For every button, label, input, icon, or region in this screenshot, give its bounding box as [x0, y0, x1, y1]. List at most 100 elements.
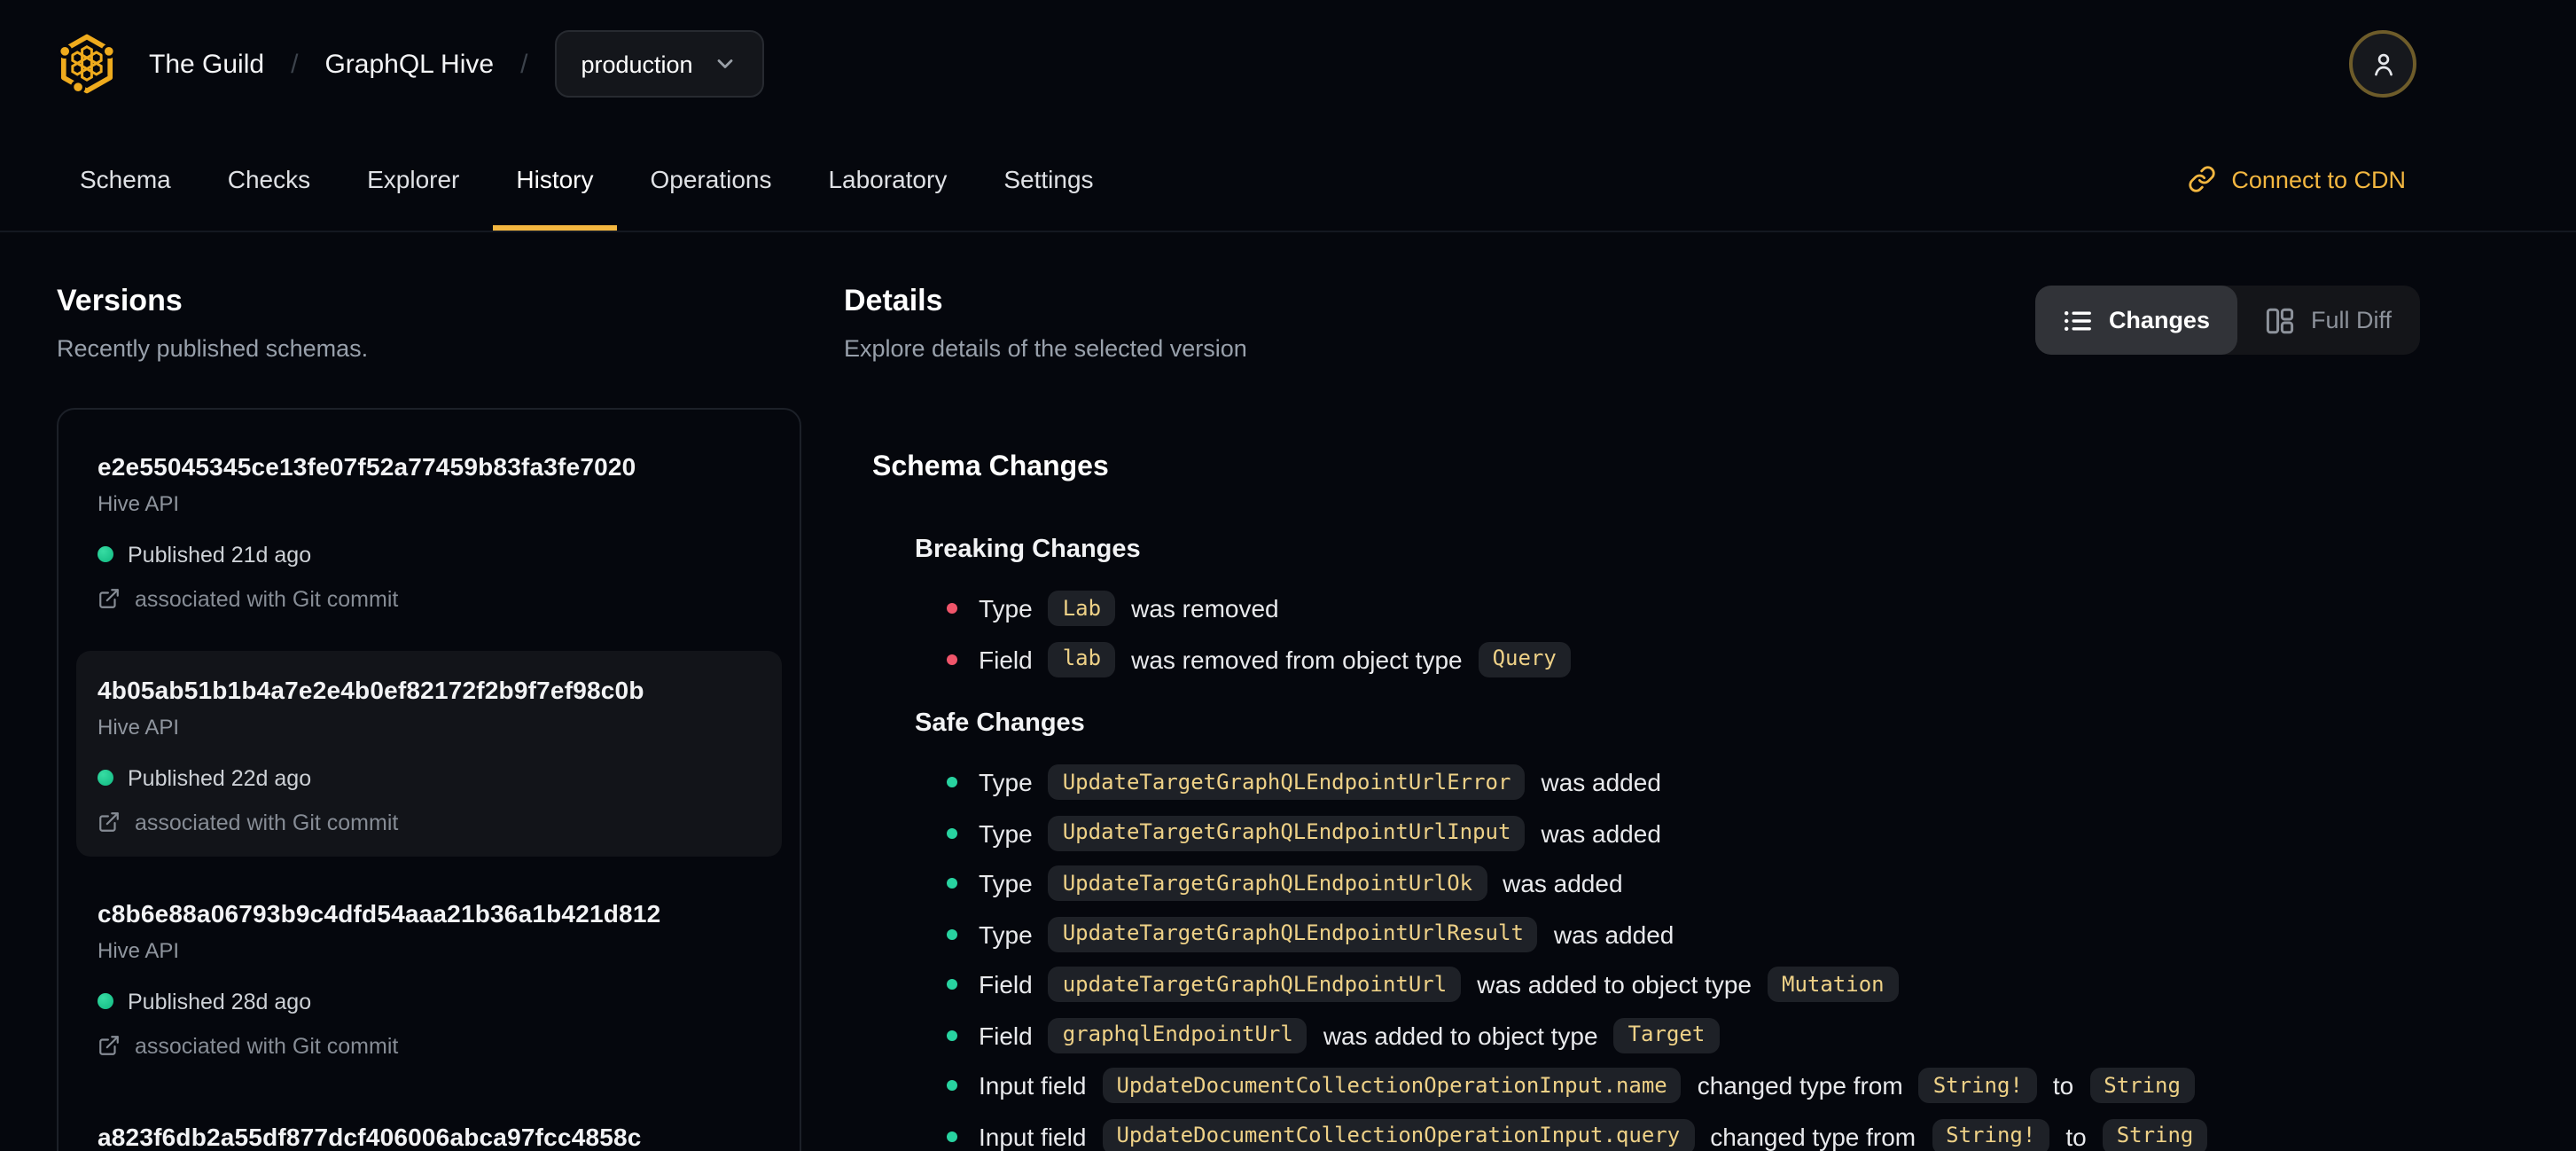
code-badge: UpdateTargetGraphQLEndpointUrlError	[1048, 764, 1526, 801]
code-badge: Query	[1478, 641, 1571, 677]
nav-tab-laboratory[interactable]: Laboratory	[805, 128, 970, 231]
version-published-row: Published 28d ago	[98, 989, 761, 1014]
split-columns-icon	[2267, 306, 2295, 334]
version-service-name: Hive API	[98, 490, 180, 516]
view-toggle-group: Changes Full Diff	[2035, 286, 2420, 355]
schema-changes-title: Schema Changes	[872, 451, 1109, 482]
full-diff-view-button[interactable]: Full Diff	[2238, 286, 2420, 355]
published-status-dot	[98, 770, 113, 787]
hive-logo-icon[interactable]	[57, 32, 117, 96]
bullet-dot	[947, 827, 957, 839]
change-row: Field updateTargetGraphQLEndpointUrl was a…	[947, 966, 2420, 1004]
version-git-row[interactable]: associated with Git commit	[98, 810, 761, 834]
nav-tab-history[interactable]: History	[493, 128, 617, 231]
nav-tab-operations[interactable]: Operations	[628, 128, 795, 231]
changes-view-button[interactable]: Changes	[2035, 286, 2238, 355]
change-text: was added to object type	[1477, 970, 1752, 999]
change-text: Field	[979, 645, 1033, 674]
change-text: was added	[1541, 768, 1661, 797]
safe-changes-list: Type UpdateTargetGraphQLEndpointUrlError w…	[872, 763, 2420, 1151]
breadcrumb-project[interactable]: GraphQL Hive	[324, 49, 494, 79]
published-status-dot	[98, 993, 113, 1010]
code-badge: UpdateTargetGraphQLEndpointUrlResult	[1048, 916, 1538, 952]
change-row: Input field UpdateDocumentCollectionOpera…	[947, 1067, 2420, 1105]
published-status-dot	[98, 546, 113, 563]
nav-tab-explorer[interactable]: Explorer	[344, 128, 482, 231]
breadcrumb-org[interactable]: The Guild	[149, 49, 264, 79]
code-badge: Target	[1613, 1017, 1720, 1053]
nav-tabbar: Schema Checks Explorer History Operations Lab…	[0, 128, 2576, 232]
user-avatar-button[interactable]	[2349, 30, 2416, 98]
link-icon	[2187, 165, 2215, 193]
version-git-label: associated with Git commit	[135, 810, 399, 835]
safe-changes-heading: Safe Changes	[915, 709, 1085, 738]
change-text: to	[2052, 1071, 2074, 1100]
change-text: was added to object type	[1323, 1021, 1598, 1050]
version-git-label: associated with Git commit	[135, 1033, 399, 1059]
person-icon	[2366, 47, 2400, 81]
change-text: to	[2065, 1122, 2087, 1151]
change-text: was removed	[1131, 594, 1279, 623]
code-badge: graphqlEndpointUrl	[1048, 1017, 1308, 1053]
details-title: Details	[844, 284, 943, 317]
breaking-changes-list: Type Lab was removed Field lab was removed fr…	[872, 590, 2420, 678]
connect-to-cdn-button[interactable]: Connect to CDN	[2187, 128, 2406, 231]
bullet-dot	[947, 1080, 957, 1092]
change-text: was added	[1541, 818, 1661, 848]
change-text: Type	[979, 920, 1033, 949]
target-select[interactable]: production	[554, 30, 764, 98]
versions-subtitle: Recently published schemas.	[57, 334, 369, 362]
code-badge: String	[2102, 1118, 2208, 1151]
code-badge: UpdateTargetGraphQLEndpointUrlInput	[1048, 815, 1526, 851]
change-text: Type	[979, 869, 1033, 898]
version-list-card: e2e55045345ce13fe07f52a77459b83fa3fe7020…	[57, 407, 801, 1151]
version-service-name: Hive API	[98, 937, 180, 963]
code-badge: UpdateDocumentCollectionOperationInput.n…	[1102, 1068, 1682, 1104]
version-git-label: associated with Git commit	[135, 586, 399, 612]
change-row: Input field UpdateDocumentCollectionOpera…	[947, 1117, 2420, 1151]
version-list-item[interactable]: e2e55045345ce13fe07f52a77459b83fa3fe7020…	[76, 427, 782, 632]
schema-changes-section: Schema Changes Breaking Changes Type Lab w…	[844, 451, 2420, 1151]
version-list-item[interactable]: c8b6e88a06793b9c4dfd54aaa21b36a1b421d812…	[76, 873, 782, 1079]
versions-title: Versions	[57, 284, 183, 317]
version-published-label: Published 28d ago	[128, 989, 312, 1014]
change-row: Type UpdateTargetGraphQLEndpointUrlError w…	[947, 763, 2420, 802]
nav-tab-checks[interactable]: Checks	[205, 128, 333, 231]
change-row: Type UpdateTargetGraphQLEndpointUrlOk was …	[947, 865, 2420, 903]
changes-view-label: Changes	[2108, 307, 2210, 333]
breadcrumb: The Guild / GraphQL Hive /	[149, 49, 527, 79]
change-text: was added	[1503, 869, 1623, 898]
version-list-item[interactable]: a823f6db2a55df877dcf406006abca97fcc4858c…	[76, 1097, 782, 1151]
external-link-icon	[98, 587, 121, 610]
version-list-item[interactable]: 4b05ab51b1b4a7e2e4b0ef82172f2b9f7ef98c0b…	[76, 650, 782, 857]
code-badge: Lab	[1048, 591, 1116, 627]
version-git-row[interactable]: associated with Git commit	[98, 586, 761, 611]
nav-tab-schema[interactable]: Schema	[57, 128, 194, 231]
breadcrumb-separator: /	[291, 49, 299, 79]
version-git-row[interactable]: associated with Git commit	[98, 1033, 761, 1058]
change-text: changed type from	[1697, 1071, 1903, 1100]
change-text: Type	[979, 768, 1033, 797]
nav-tab-settings[interactable]: Settings	[980, 128, 1116, 231]
details-subtitle: Explore details of the selected version	[844, 334, 1247, 362]
code-badge: String!	[1932, 1118, 2050, 1151]
bullet-dot	[947, 777, 957, 788]
version-published-row: Published 21d ago	[98, 542, 761, 567]
breadcrumb-separator: /	[520, 49, 528, 79]
change-row: Type UpdateTargetGraphQLEndpointUrlInput w…	[947, 814, 2420, 852]
change-text: Input field	[979, 1071, 1087, 1100]
change-text: was added	[1553, 920, 1674, 949]
versions-panel: Versions Recently published schemas. e2e…	[57, 284, 801, 1151]
bullet-dot	[947, 1030, 957, 1041]
details-panel: Details Explore details of the selected …	[801, 284, 2576, 1151]
code-badge: Mutation	[1768, 967, 1899, 1003]
change-text: Type	[979, 594, 1033, 623]
change-text: changed type from	[1710, 1122, 1916, 1151]
main-content: Versions Recently published schemas. e2e…	[0, 232, 2576, 1151]
change-row: Type UpdateTargetGraphQLEndpointUrlResult…	[947, 915, 2420, 953]
bullet-dot	[947, 1131, 957, 1142]
nav-tabs: Schema Checks Explorer History Operations Lab…	[57, 128, 1117, 231]
change-text: Input field	[979, 1122, 1087, 1151]
change-row: Field graphqlEndpointUrl was added to obje…	[947, 1016, 2420, 1054]
change-text: Field	[979, 1021, 1033, 1050]
